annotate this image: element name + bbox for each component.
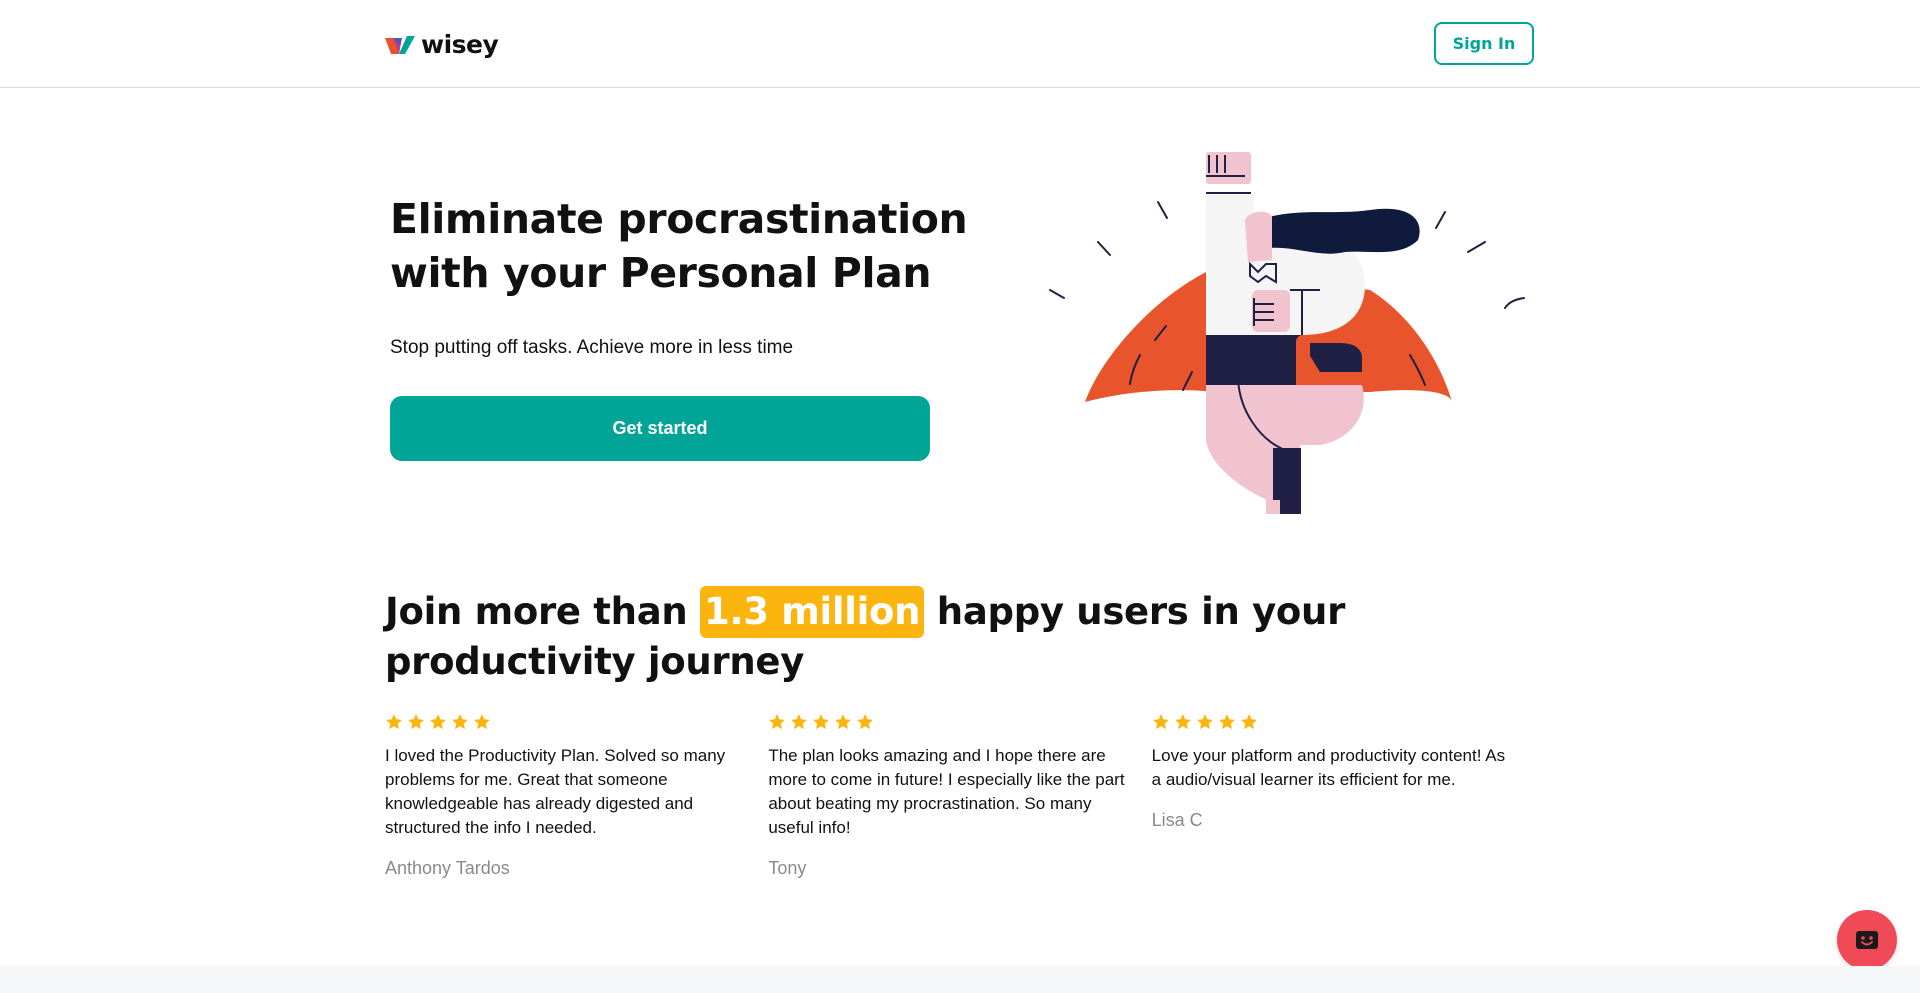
star-icon [1174,714,1191,730]
star-icon [1218,714,1235,730]
social-proof-title: Join more than 1.3 million happy users i… [385,586,1535,686]
review-card: The plan looks amazing and I hope there … [768,712,1151,879]
star-icon [813,714,830,730]
review-card: I loved the Productivity Plan. Solved so… [385,712,768,879]
review-author: Tony [768,858,807,878]
chat-button[interactable] [1837,910,1897,970]
superhero-plan-illustration [1049,152,1525,514]
review-text: Love your platform and productivity cont… [1151,746,1506,789]
hero-subtitle: Stop putting off tasks. Achieve more in … [390,337,794,358]
star-rating [768,712,1151,732]
hero-title-line2: with your Personal Plan [390,249,932,297]
star-icon [386,714,402,730]
logo[interactable]: wisey [385,30,499,60]
star-icon [1240,714,1257,730]
star-icon [408,714,424,730]
footer-strip [0,966,1920,993]
site-header: wisey Sign In [0,0,1920,88]
review-author: Anthony Tardos [385,858,510,878]
wisey-logo-icon [385,36,415,54]
star-icon [430,714,446,730]
star-icon [791,714,808,730]
hero-title: Eliminate procrastination with your Pers… [390,192,990,300]
logo-text: wisey [421,30,499,59]
social-title-prefix: Join more than [385,590,688,633]
star-rating [1152,712,1535,732]
review-author: Lisa C [1151,810,1203,830]
star-icon [1196,714,1213,730]
star-icon [769,714,786,730]
review-card: Love your platform and productivity cont… [1152,712,1535,879]
review-text: The plan looks amazing and I hope there … [768,746,1125,837]
star-icon [857,714,874,730]
get-started-button[interactable]: Get started [390,396,930,461]
reviews-list: I loved the Productivity Plan. Solved so… [385,712,1535,879]
hero-title-line1: Eliminate procrastination [390,195,968,243]
users-count-highlight: 1.3 million [700,586,925,638]
chat-face-icon [1856,931,1878,949]
star-icon [474,714,490,730]
star-icon [1152,714,1169,730]
star-icon [452,714,468,730]
star-icon [835,714,852,730]
review-text: I loved the Productivity Plan. Solved so… [385,746,726,837]
sign-in-button[interactable]: Sign In [1434,22,1534,65]
star-rating [385,712,768,732]
